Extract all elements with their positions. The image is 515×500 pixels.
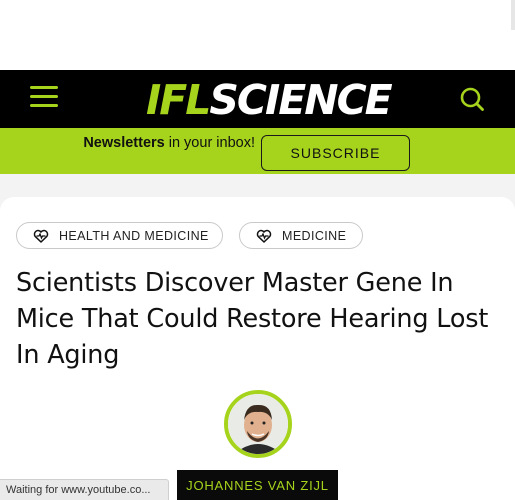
logo-ifl: IFL [146,76,211,124]
author-photo [228,394,288,454]
site-logo[interactable]: IFLSCIENCE [146,76,393,124]
author-name-link[interactable]: JOHANNES VAN ZIJL [177,470,338,500]
browser-status-bar: Waiting for www.youtube.co... [0,479,169,500]
heart-pulse-icon [33,229,49,243]
scrollbar[interactable] [511,0,515,30]
tag-medicine[interactable]: MEDICINE [239,222,363,249]
newsletter-text: Newsletters in your inbox! [55,134,255,152]
subscribe-button[interactable]: SUBSCRIBE [261,135,410,171]
heart-pulse-icon [256,229,272,243]
tag-health-and-medicine[interactable]: HEALTH AND MEDICINE [16,222,223,249]
hamburger-menu-icon[interactable] [30,84,58,108]
newsletter-bold: Newsletters [83,135,165,151]
author-avatar[interactable] [224,390,292,458]
top-whitespace [0,0,515,70]
tag-label: HEALTH AND MEDICINE [59,228,209,243]
tag-label: MEDICINE [282,228,347,243]
article-headline: Scientists Discover Master Gene In Mice … [16,268,489,370]
newsletter-rest: in your inbox! [164,135,255,151]
search-icon[interactable] [459,86,485,112]
logo-science: SCIENCE [209,76,392,124]
